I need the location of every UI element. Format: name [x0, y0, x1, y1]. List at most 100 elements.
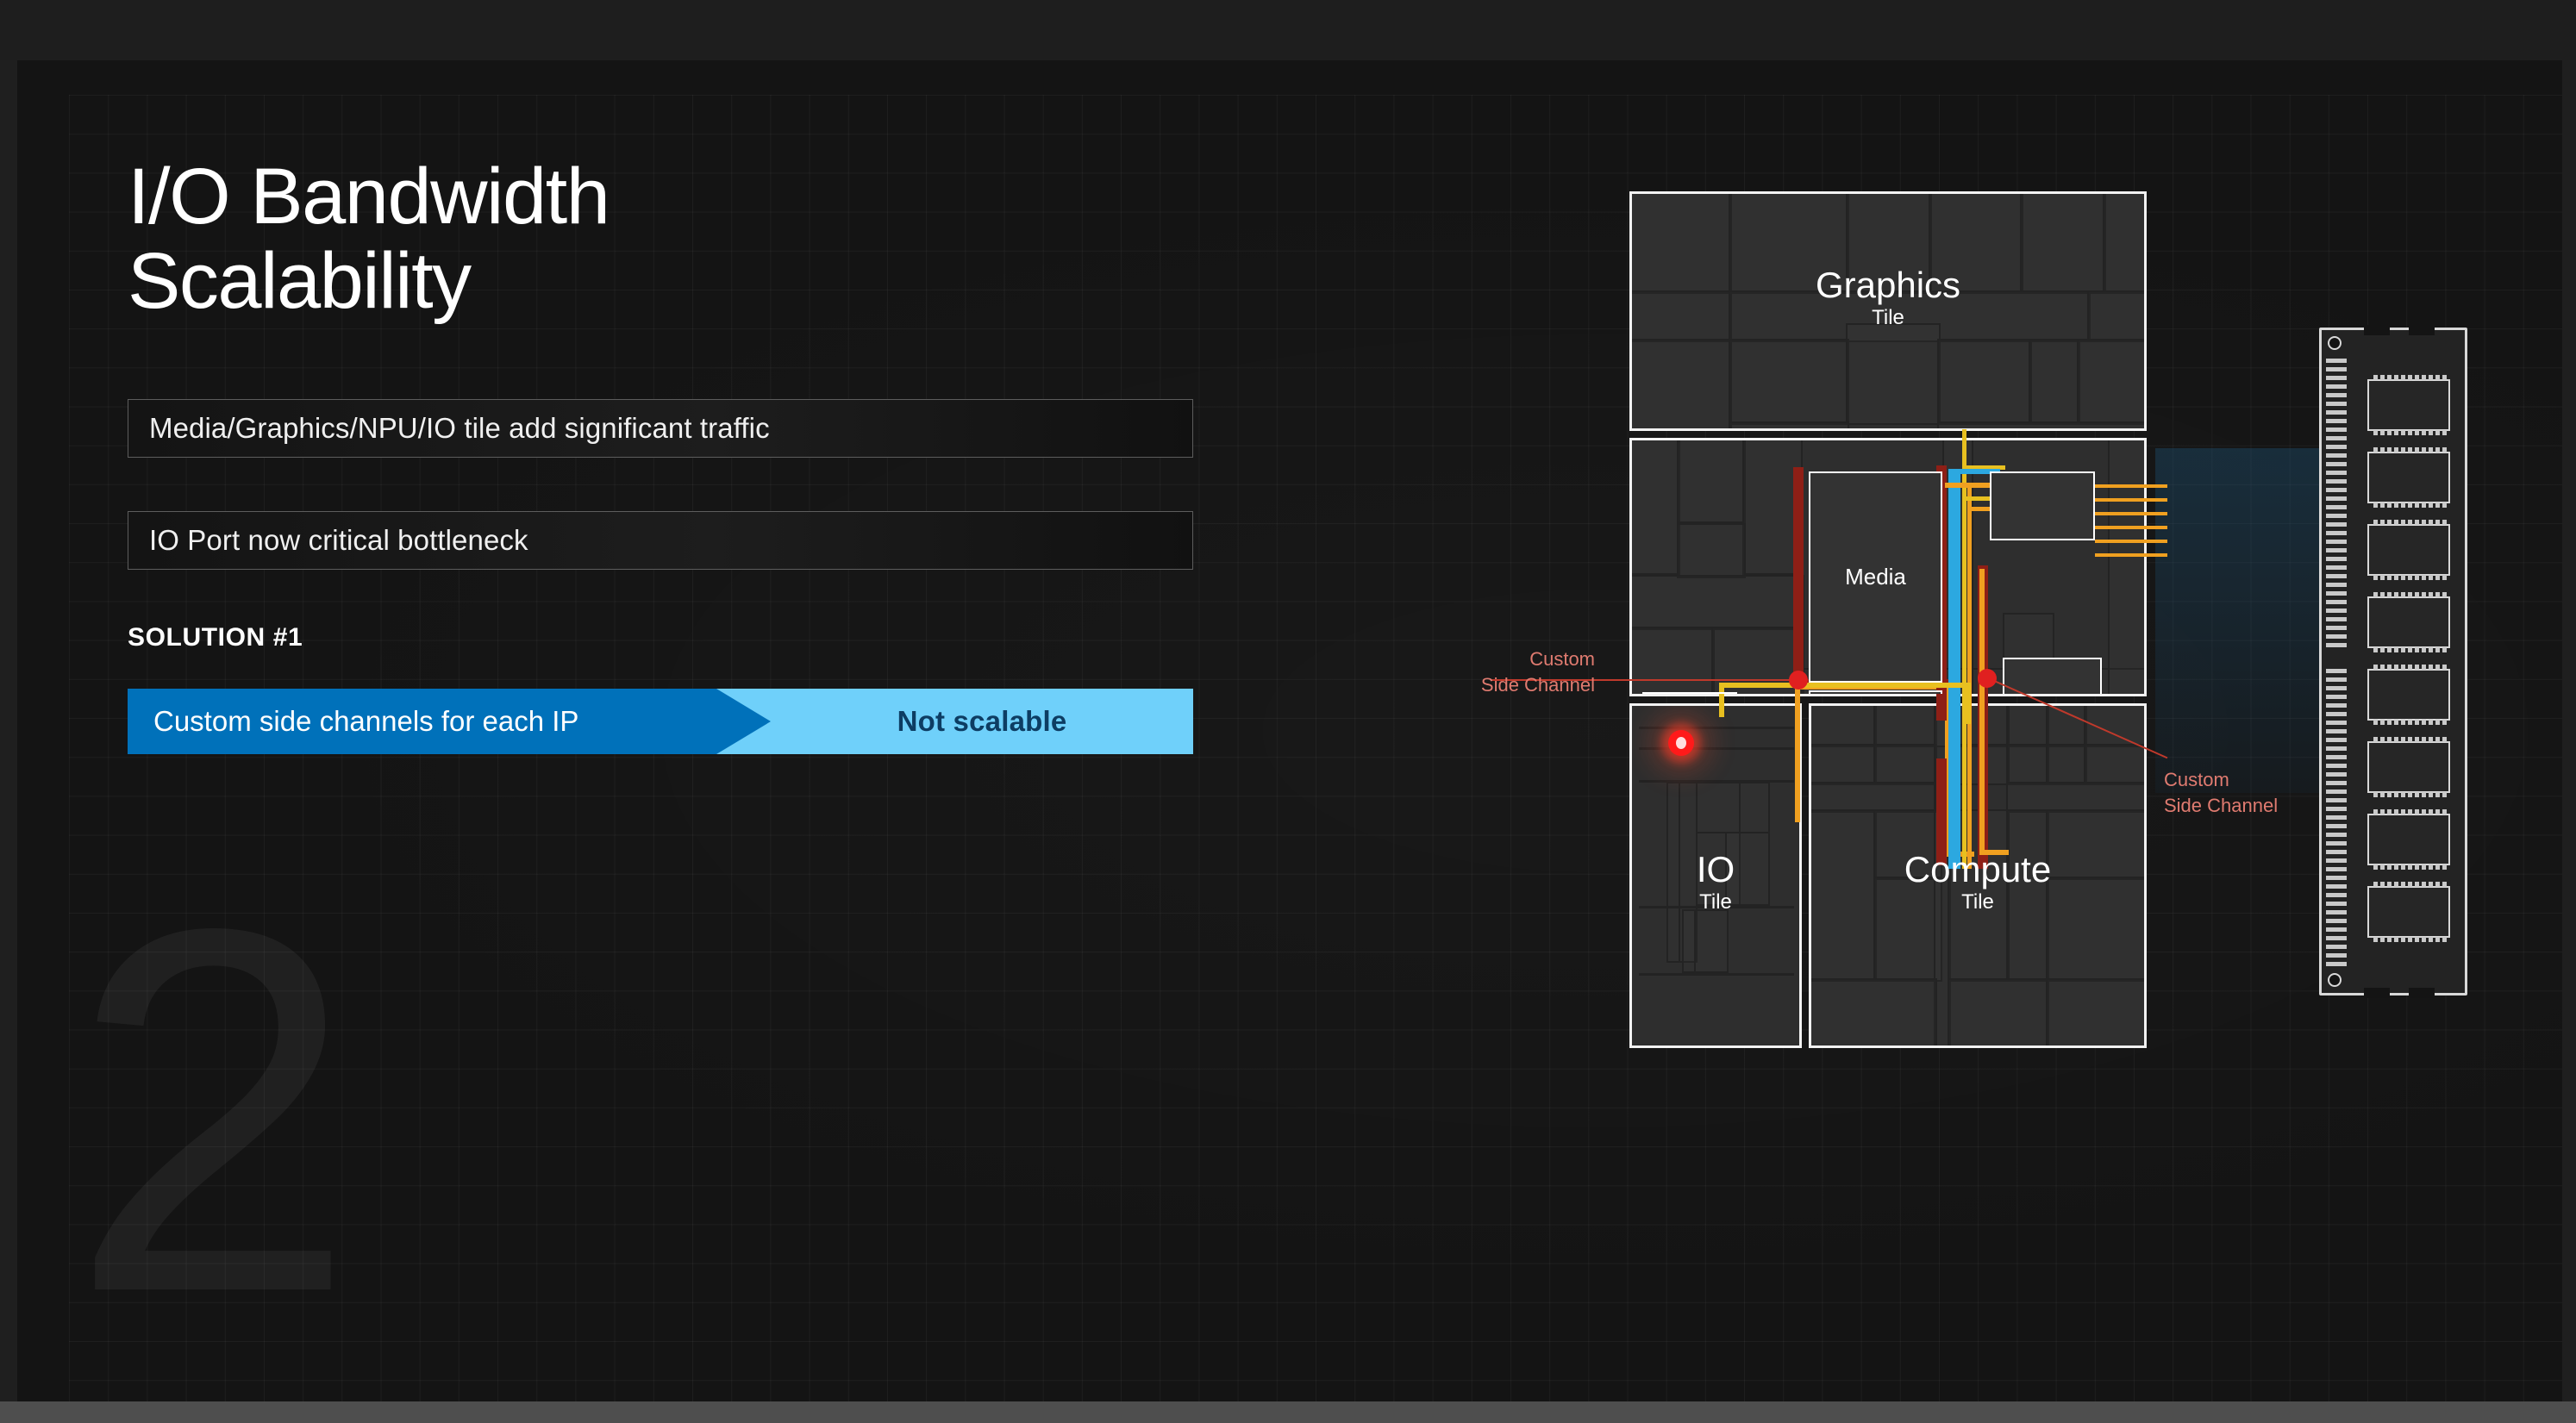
memory-chip-leg	[2401, 430, 2405, 435]
memory-chip-leg	[2408, 447, 2412, 452]
memory-chip-leg	[2387, 937, 2392, 942]
memory-chip-leg	[2435, 520, 2440, 525]
memory-pin	[2326, 496, 2347, 501]
ip-block-media[interactable]: Media	[1809, 471, 1942, 683]
floorplan-rect	[1632, 627, 1715, 694]
memory-chip-leg	[2429, 937, 2433, 942]
floorplan-rect	[1811, 744, 1877, 785]
memory-pin	[2326, 910, 2347, 914]
memory-pin	[2326, 402, 2347, 406]
floorplan-line	[1639, 727, 1794, 729]
floorplan-rect	[1929, 194, 2023, 294]
memory-chip-leg	[2401, 647, 2405, 652]
memory-chip-leg	[2387, 447, 2392, 452]
ip-block-npu-label: NPU	[2029, 696, 2076, 697]
memory-chip-leg	[2394, 882, 2398, 887]
floorplan-rect	[2029, 339, 2080, 425]
memory-chip-leg	[2422, 520, 2426, 525]
memory-pin	[2326, 945, 2347, 949]
memory-chip-leg	[2373, 375, 2378, 380]
memory-pin	[2326, 540, 2347, 544]
memory-pin	[2326, 962, 2347, 966]
memory-pin	[2326, 436, 2347, 440]
memory-pin	[2326, 902, 2347, 906]
memory-pin	[2326, 531, 2347, 535]
memory-notch-bottom	[2364, 988, 2390, 998]
memory-pin	[2326, 359, 2347, 363]
memory-pin	[2326, 712, 2347, 716]
floorplan-rect	[1811, 978, 1937, 1045]
floorplan-rect	[2046, 706, 2087, 747]
memory-pin	[2326, 574, 2347, 578]
memory-pin	[2326, 617, 2347, 621]
bullet-item-0: Media/Graphics/NPU/IO tile add significa…	[128, 399, 1193, 459]
memory-chip-leg	[2401, 502, 2405, 508]
memory-pin	[2326, 488, 2347, 492]
floorplan-rect	[1739, 782, 1770, 833]
floorplan-rect	[1873, 877, 1942, 982]
memory-chip-leg	[2442, 864, 2447, 870]
memory-chip-leg	[2442, 375, 2447, 380]
memory-chip-leg	[2442, 937, 2447, 942]
memory-chip-leg	[2422, 720, 2426, 725]
floorplan-rect	[2046, 877, 2144, 982]
memory-chip-leg	[2442, 447, 2447, 452]
memory-pin	[2326, 514, 2347, 518]
tile-io[interactable]: IO Tile	[1629, 703, 1802, 1048]
memory-chip-leg	[2408, 592, 2412, 597]
ip-block-io-port[interactable]	[1990, 471, 2095, 540]
memory-chip-leg	[2422, 375, 2426, 380]
memory-chip-leg	[2435, 937, 2440, 942]
memory-pin	[2326, 565, 2347, 570]
floorplan-rect	[2077, 339, 2144, 425]
solution-banner-verdict-text: Not scalable	[897, 705, 1067, 738]
bottleneck-indicator-icon	[1668, 730, 1694, 756]
memory-chip-leg	[2401, 665, 2405, 670]
diagram-background-haze	[2155, 448, 2319, 793]
tile-graphics[interactable]: Graphics Tile	[1629, 191, 2147, 431]
memory-chip-leg	[2442, 430, 2447, 435]
memory-chip-leg	[2373, 647, 2378, 652]
wire-io-pin	[2095, 526, 2167, 529]
memory-pin	[2326, 936, 2347, 940]
memory-chip-leg	[2415, 430, 2419, 435]
ip-block-image[interactable]: Image	[1809, 690, 1942, 694]
memory-chip-leg	[2387, 430, 2392, 435]
memory-chip-leg	[2435, 882, 2440, 887]
floorplan-rect	[1846, 194, 1932, 294]
memory-chip-leg	[2415, 520, 2419, 525]
memory-chip-leg	[2373, 737, 2378, 742]
memory-chip-leg	[2373, 447, 2378, 452]
memory-chip-leg	[2415, 575, 2419, 580]
memory-chip-leg	[2380, 937, 2385, 942]
horizontal-scrollbar-track[interactable]	[0, 1401, 2576, 1423]
memory-pin	[2326, 884, 2347, 889]
floorplan-rect	[1694, 909, 1729, 973]
memory-pin	[2326, 505, 2347, 509]
memory-chip-leg	[2401, 792, 2405, 797]
memory-chip-leg	[2429, 864, 2433, 870]
memory-chip-leg	[2394, 647, 2398, 652]
memory-chip-leg	[2435, 447, 2440, 452]
memory-pin	[2326, 600, 2347, 604]
window-top-bar	[0, 0, 2576, 60]
floorplan-line	[1639, 973, 1794, 976]
memory-chip-leg	[2408, 430, 2412, 435]
tile-media-npu[interactable]: Media Image Display NPU	[1629, 438, 2147, 696]
floorplan-rect	[1873, 809, 1942, 880]
memory-module[interactable]	[2319, 325, 2467, 998]
memory-chip-leg	[2408, 792, 2412, 797]
slide-left-column: I/O Bandwidth Scalability Media/Graphics…	[128, 153, 1205, 755]
memory-chip-leg	[2415, 447, 2419, 452]
memory-chip-leg	[2394, 809, 2398, 814]
memory-chip-leg	[2415, 882, 2419, 887]
memory-chip-leg	[2408, 575, 2412, 580]
memory-chip	[2367, 520, 2450, 580]
memory-pin	[2326, 686, 2347, 690]
page-title: I/O Bandwidth Scalability	[128, 153, 610, 325]
memory-chip-leg	[2373, 665, 2378, 670]
bullet-text: IO Port now critical bottleneck	[149, 524, 528, 557]
memory-chip-leg	[2408, 809, 2412, 814]
memory-chip-leg	[2429, 520, 2433, 525]
memory-pin	[2326, 746, 2347, 751]
